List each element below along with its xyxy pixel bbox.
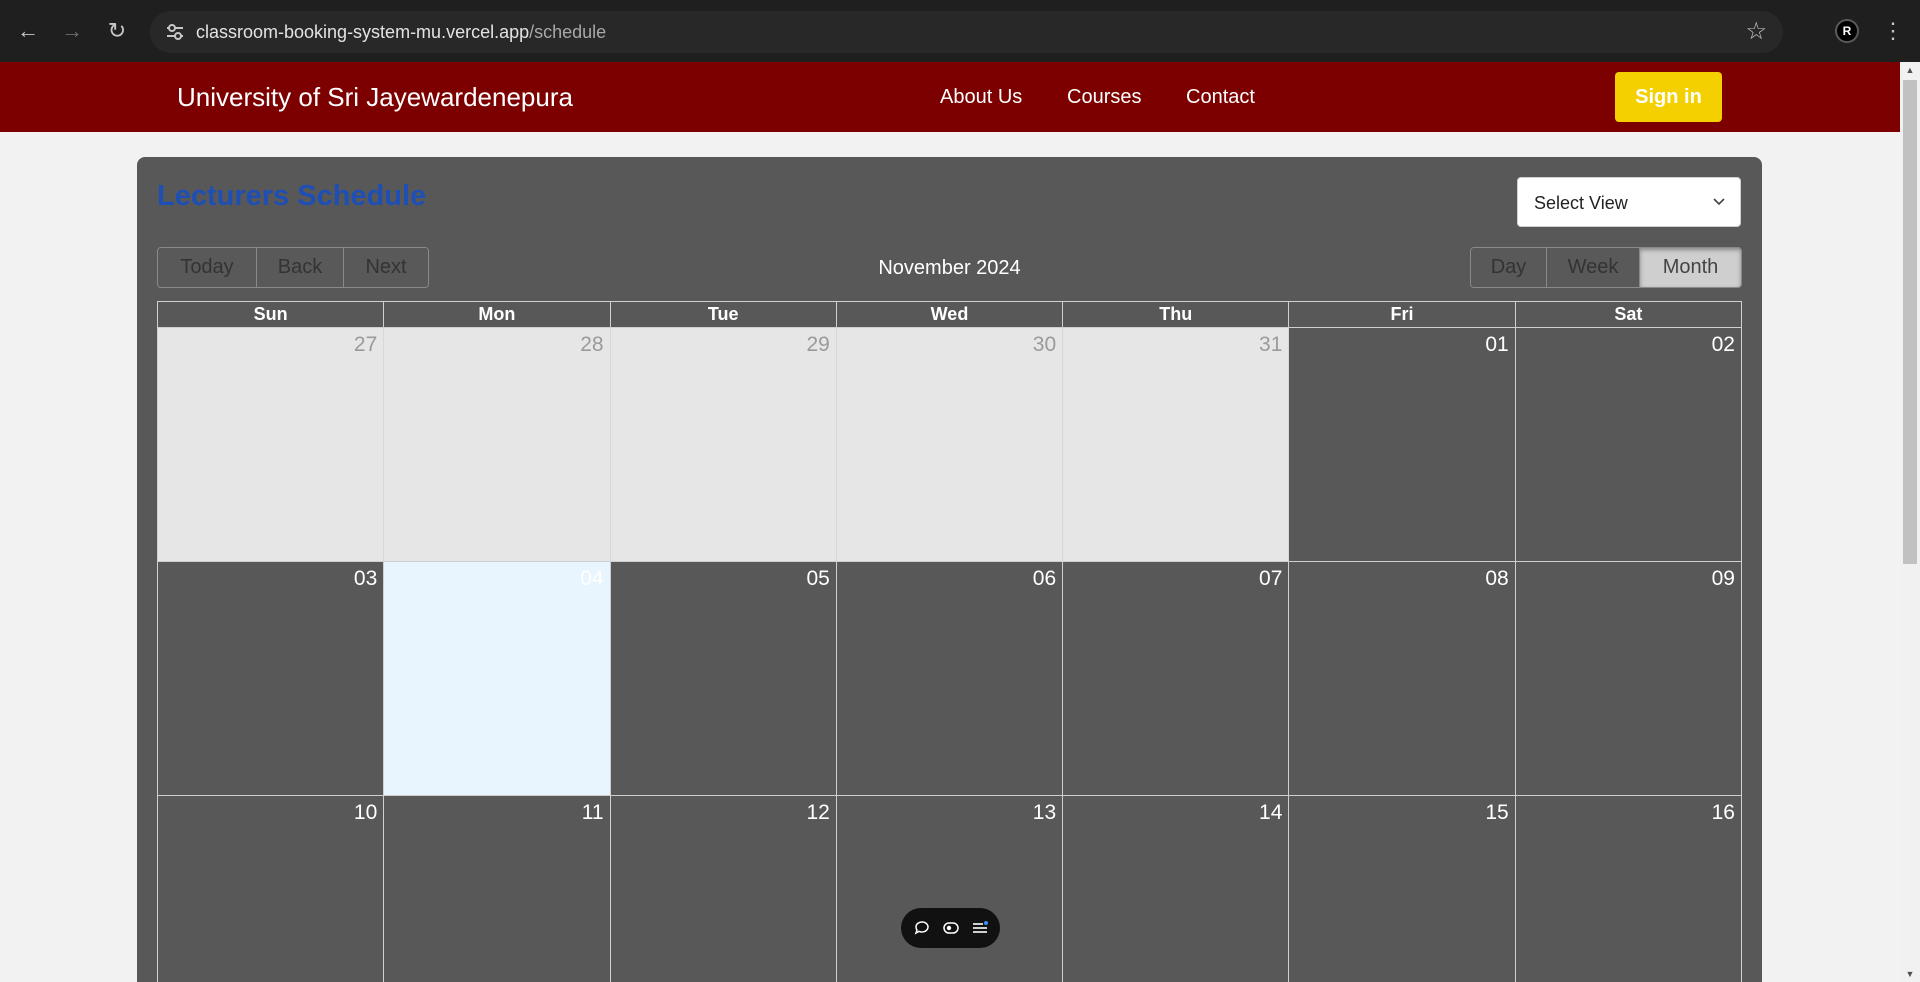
day-number: 09 <box>1711 567 1735 590</box>
day-number: 05 <box>806 567 830 590</box>
nav-contact[interactable]: Contact <box>1186 84 1255 110</box>
day-cell[interactable]: 15 <box>1289 796 1516 982</box>
forward-arrow-icon[interactable]: → <box>57 16 87 46</box>
day-number: 02 <box>1711 333 1735 356</box>
view-switch-group: Day Week Month <box>1470 247 1742 288</box>
day-number: 07 <box>1259 567 1283 590</box>
day-cell[interactable]: 09 <box>1516 562 1741 795</box>
weekday-fri: Fri <box>1289 302 1516 327</box>
day-cell-today[interactable]: 04 <box>384 562 611 795</box>
day-cell-off-range[interactable]: 29 <box>610 328 837 561</box>
reload-icon[interactable]: ↻ <box>102 16 132 46</box>
weekday-tue: Tue <box>611 302 837 327</box>
nav-courses[interactable]: Courses <box>1067 84 1141 110</box>
week-row: 03 04 05 06 07 08 09 <box>157 562 1742 796</box>
weekday-thu: Thu <box>1063 302 1290 327</box>
day-cell[interactable]: 02 <box>1516 328 1741 561</box>
weekday-sun: Sun <box>158 302 385 327</box>
comment-icon[interactable] <box>913 919 931 937</box>
day-cell[interactable]: 08 <box>1289 562 1516 795</box>
day-cell[interactable]: 16 <box>1516 796 1741 982</box>
week-row: 10 11 12 13 14 15 16 <box>157 796 1742 982</box>
address-bar[interactable]: classroom-booking-system-mu.vercel.app/s… <box>150 11 1783 53</box>
day-view-button[interactable]: Day <box>1471 248 1547 287</box>
weekday-wed: Wed <box>837 302 1064 327</box>
floating-toolbar <box>901 908 1000 948</box>
day-cell-off-range[interactable]: 30 <box>836 328 1064 561</box>
day-cell[interactable]: 10 <box>158 796 385 982</box>
day-cell[interactable]: 13 <box>837 796 1064 982</box>
day-number: 13 <box>1032 801 1057 824</box>
day-number: 31 <box>1259 333 1283 356</box>
day-number: 01 <box>1485 333 1509 356</box>
day-number: 15 <box>1485 801 1509 824</box>
scroll-down-icon[interactable]: ▼ <box>1900 966 1920 982</box>
day-number: 30 <box>1032 333 1057 356</box>
day-number: 10 <box>353 801 378 824</box>
day-number: 28 <box>580 333 604 356</box>
day-number: 27 <box>353 333 378 356</box>
url-host: classroom-booking-system-mu.vercel.app <box>196 22 530 42</box>
browser-menu-icon[interactable]: ⋮ <box>1882 16 1904 46</box>
weekday-header: Sun Mon Tue Wed Thu Fri Sat <box>157 301 1742 328</box>
week-view-button[interactable]: Week <box>1547 248 1640 287</box>
day-number: 16 <box>1711 801 1735 824</box>
day-number: 03 <box>353 567 378 590</box>
url-path: /schedule <box>529 22 607 42</box>
sign-in-button[interactable]: Sign in <box>1615 72 1722 122</box>
select-view-label: Select View <box>1534 193 1628 213</box>
day-cell-off-range[interactable]: 31 <box>1063 328 1290 561</box>
nav-about-us[interactable]: About Us <box>940 84 1022 110</box>
bookmark-star-icon[interactable]: ☆ <box>1745 19 1767 45</box>
day-cell-off-range[interactable]: 28 <box>384 328 611 561</box>
page-scrollbar[interactable]: ▲ ▼ <box>1900 62 1920 982</box>
day-cell[interactable]: 12 <box>611 796 837 982</box>
scroll-thumb[interactable] <box>1903 80 1917 564</box>
brand-title[interactable]: University of Sri Jayewardenepura <box>177 82 573 112</box>
month-view-button[interactable]: Month <box>1640 248 1741 287</box>
page-title: Lecturers Schedule <box>157 180 427 212</box>
day-number: 14 <box>1259 801 1283 824</box>
day-number: 08 <box>1485 567 1509 590</box>
day-cell[interactable]: 01 <box>1289 328 1516 561</box>
eye-toggle-icon[interactable] <box>942 919 960 937</box>
profile-avatar[interactable]: R <box>1835 19 1859 43</box>
weekday-mon: Mon <box>384 302 611 327</box>
weekday-sat: Sat <box>1614 304 1643 324</box>
browser-chrome: ← → ↻ classroom-booking-system-mu.vercel… <box>0 0 1920 62</box>
day-cell[interactable]: 14 <box>1063 796 1290 982</box>
chevron-down-icon <box>1713 198 1725 206</box>
week-row: 27 28 29 30 31 01 02 <box>157 328 1742 562</box>
day-cell[interactable]: 06 <box>837 562 1064 795</box>
month-calendar: Sun Mon Tue Wed Thu Fri Sat 27 28 29 30 … <box>157 301 1742 982</box>
select-view-dropdown[interactable]: Select View <box>1517 177 1741 227</box>
site-settings-icon[interactable] <box>164 21 186 43</box>
day-number: 06 <box>1032 567 1057 590</box>
back-arrow-icon[interactable]: ← <box>13 16 43 46</box>
menu-icon[interactable] <box>971 919 989 937</box>
day-number: 12 <box>806 801 830 824</box>
day-cell[interactable]: 05 <box>611 562 837 795</box>
scroll-up-icon[interactable]: ▲ <box>1900 62 1920 78</box>
day-cell[interactable]: 11 <box>384 796 611 982</box>
day-cell[interactable]: 07 <box>1063 562 1290 795</box>
day-cell[interactable]: 03 <box>158 562 385 795</box>
day-number: 29 <box>806 333 830 356</box>
day-number: 04 <box>580 567 604 590</box>
schedule-panel: Lecturers Schedule Select View Today Bac… <box>137 157 1762 982</box>
url-text: classroom-booking-system-mu.vercel.app/s… <box>196 21 606 43</box>
day-cell-off-range[interactable]: 27 <box>158 328 385 561</box>
site-header: University of Sri Jayewardenepura About … <box>0 62 1900 132</box>
day-number: 11 <box>581 801 604 824</box>
